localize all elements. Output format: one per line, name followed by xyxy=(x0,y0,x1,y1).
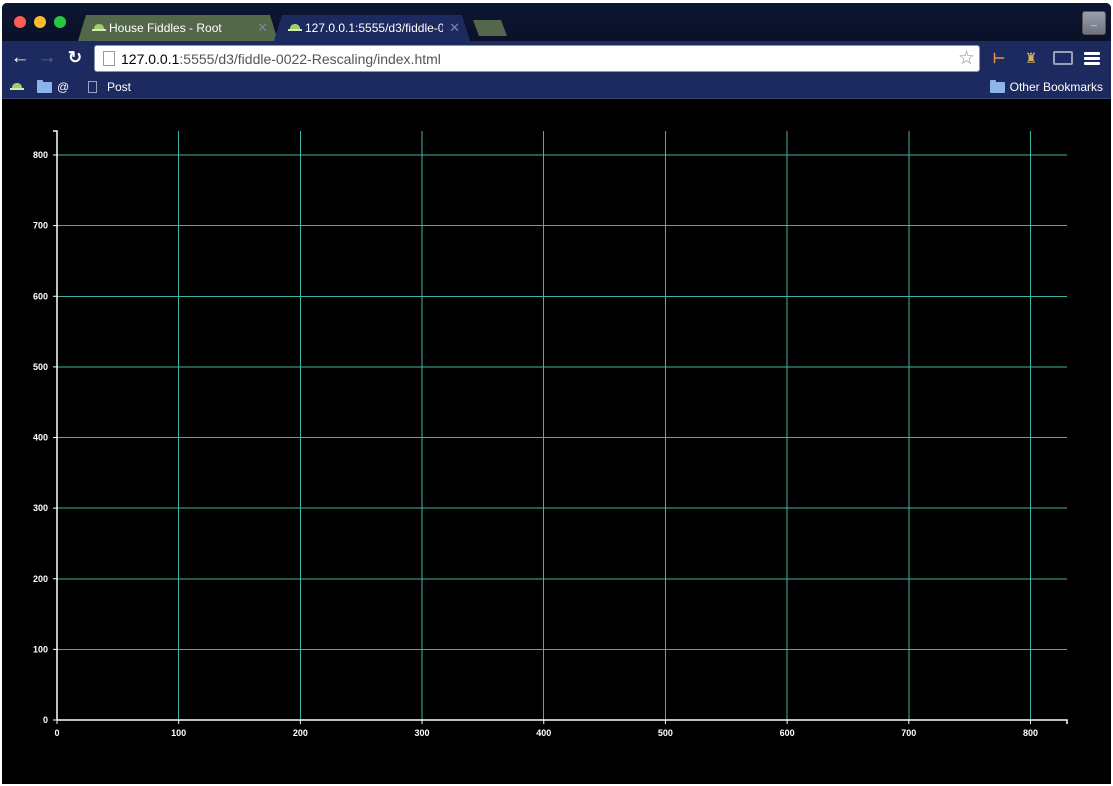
y-tick-label: 800 xyxy=(33,150,48,160)
other-bookmarks[interactable]: Other Bookmarks xyxy=(989,78,1103,96)
x-tick-label: 100 xyxy=(171,728,186,738)
y-tick-label: 700 xyxy=(33,221,48,231)
document-icon xyxy=(88,81,97,93)
page-icon xyxy=(103,51,115,66)
reload-icon[interactable]: ↻ xyxy=(64,47,86,69)
turtle-favicon-icon xyxy=(288,24,302,32)
x-tick-label: 200 xyxy=(293,728,308,738)
back-arrow-icon[interactable]: ← xyxy=(9,47,31,69)
tab-house-fiddles[interactable]: House Fiddles - Root ✕ xyxy=(78,15,278,41)
turtle-icon xyxy=(10,83,24,91)
x-tick-label: 0 xyxy=(54,728,59,738)
y-tick-label: 500 xyxy=(33,362,48,372)
x-tick-label: 400 xyxy=(536,728,551,738)
x-tick-label: 500 xyxy=(658,728,673,738)
extension-icon[interactable]: ♜ xyxy=(1021,48,1041,68)
tab-strip: House Fiddles - Root ✕ 127.0.0.1:5555/d3… xyxy=(2,3,1111,41)
minimize-window-button[interactable] xyxy=(34,16,46,28)
url-text[interactable]: 127.0.0.1:5555/d3/fiddle-0022-Rescaling/… xyxy=(121,51,441,67)
bookmark-folder-at[interactable]: @ xyxy=(37,78,69,96)
menu-icon[interactable] xyxy=(1084,52,1100,65)
tab-title: 127.0.0.1:5555/d3/fiddle-0022-Rescaling/… xyxy=(305,21,444,35)
folder-icon xyxy=(37,79,52,93)
extension-icon[interactable]: ⊢ xyxy=(989,48,1009,68)
zoom-window-button[interactable] xyxy=(54,16,66,28)
browser-window: House Fiddles - Root ✕ 127.0.0.1:5555/d3… xyxy=(2,3,1111,784)
turtle-favicon-icon xyxy=(92,24,106,32)
chart: 0 100 200 300 400 500 600 700 800 0 100 200 300 400 50… xyxy=(33,130,1068,738)
y-tick-label: 0 xyxy=(43,715,48,725)
browser-toolbar: ← → ↻ 127.0.0.1:5555/d3/fiddle-0022-Resc… xyxy=(2,41,1111,75)
y-tick-label: 100 xyxy=(33,644,48,654)
bookmark-star-icon[interactable]: ☆ xyxy=(958,47,975,70)
cast-icon[interactable] xyxy=(1053,51,1073,65)
tab-rescaling[interactable]: 127.0.0.1:5555/d3/fiddle-0022-Rescaling/… xyxy=(274,15,470,41)
y-tick-label: 300 xyxy=(33,503,48,513)
close-tab-icon[interactable]: ✕ xyxy=(449,20,460,36)
x-tick-label: 700 xyxy=(901,728,916,738)
close-window-button[interactable] xyxy=(14,16,26,28)
y-tick-label: 400 xyxy=(33,433,48,443)
address-bar[interactable]: 127.0.0.1:5555/d3/fiddle-0022-Rescaling/… xyxy=(94,45,980,72)
bookmark-turtle[interactable] xyxy=(10,78,27,96)
x-tick-label: 300 xyxy=(415,728,430,738)
forward-arrow-icon[interactable]: → xyxy=(36,47,58,69)
x-tick-label: 800 xyxy=(1023,728,1038,738)
y-tick-label: 200 xyxy=(33,574,48,584)
y-tick-label: 600 xyxy=(33,291,48,301)
x-tick-label: 600 xyxy=(780,728,795,738)
y-axis xyxy=(53,130,58,720)
profile-button[interactable]: _ xyxy=(1082,11,1106,35)
new-tab-button[interactable] xyxy=(473,20,507,36)
bookmark-post[interactable]: Post xyxy=(88,78,131,96)
folder-icon xyxy=(989,79,1005,93)
bookmarks-bar: @ Post Other Bookmarks xyxy=(2,75,1111,99)
tab-title: House Fiddles - Root xyxy=(109,21,222,35)
page-content: 0 100 200 300 400 500 600 700 800 0 100 200 300 400 50… xyxy=(2,99,1111,784)
x-axis xyxy=(57,719,1068,724)
close-tab-icon[interactable]: ✕ xyxy=(257,20,268,36)
